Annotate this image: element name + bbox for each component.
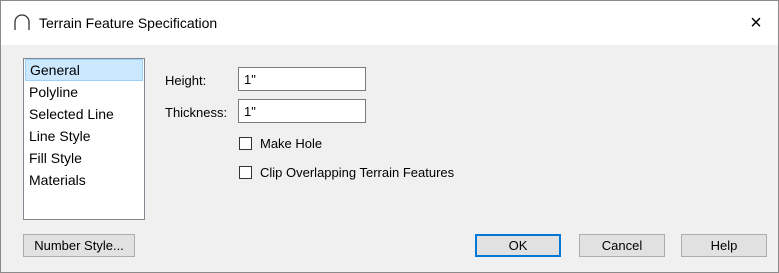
clip-overlapping-label: Clip Overlapping Terrain Features	[260, 165, 455, 180]
window-title: Terrain Feature Specification	[39, 15, 218, 31]
terrain-feature-dialog: Terrain Feature Specification × General …	[0, 0, 779, 273]
title-bar[interactable]: Terrain Feature Specification ×	[1, 1, 778, 45]
category-item-general[interactable]: General	[25, 59, 143, 81]
clip-overlapping-box[interactable]	[239, 166, 252, 179]
make-hole-checkbox[interactable]: Make Hole	[239, 136, 322, 151]
help-button[interactable]: Help	[681, 234, 767, 257]
category-item-fill-style[interactable]: Fill Style	[25, 147, 143, 169]
close-button[interactable]: ×	[734, 1, 778, 45]
category-item-materials[interactable]: Materials	[25, 169, 143, 191]
thickness-input[interactable]	[238, 99, 366, 123]
number-style-button[interactable]: Number Style...	[23, 234, 135, 257]
category-item-line-style[interactable]: Line Style	[25, 125, 143, 147]
ok-button[interactable]: OK	[475, 234, 561, 257]
cancel-button[interactable]: Cancel	[579, 234, 665, 257]
category-item-selected-line[interactable]: Selected Line	[25, 103, 143, 125]
thickness-label: Thickness:	[165, 105, 228, 120]
close-icon: ×	[750, 11, 762, 34]
category-item-polyline[interactable]: Polyline	[25, 81, 143, 103]
make-hole-label: Make Hole	[260, 136, 323, 151]
category-list[interactable]: General Polyline Selected Line Line Styl…	[23, 58, 145, 220]
height-label: Height:	[165, 73, 207, 88]
arc-icon	[14, 14, 30, 30]
clip-overlapping-checkbox[interactable]: Clip Overlapping Terrain Features	[239, 165, 454, 180]
height-input[interactable]	[238, 67, 366, 91]
make-hole-box[interactable]	[239, 137, 252, 150]
